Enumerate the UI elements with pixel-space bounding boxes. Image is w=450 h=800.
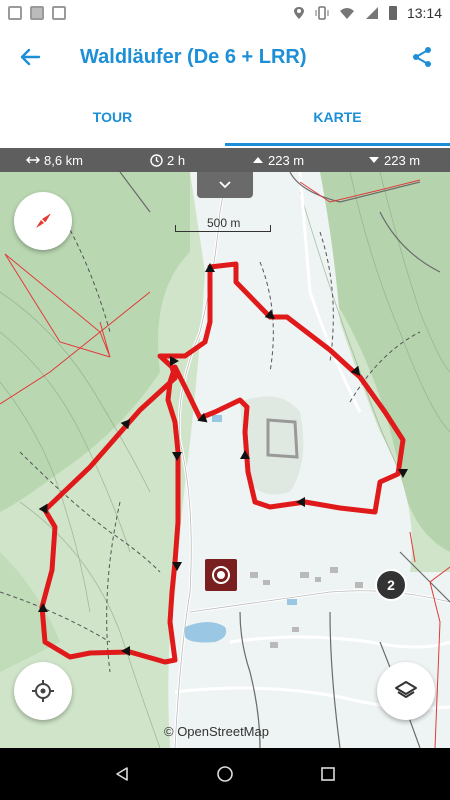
- clock-icon: [150, 153, 163, 167]
- lake: [185, 622, 227, 643]
- locate-me-button[interactable]: [14, 662, 72, 720]
- location-icon: [293, 7, 304, 19]
- share-icon: [413, 47, 431, 67]
- stat-ascent: 223 m: [252, 153, 304, 168]
- nav-back-button[interactable]: [102, 754, 142, 794]
- stat-duration-value: 2 h: [167, 152, 186, 168]
- scale-bar: [175, 225, 271, 232]
- signal-icon: [365, 7, 378, 19]
- status-bar: 13:14: [0, 0, 450, 26]
- ascent-icon: [253, 157, 263, 163]
- stat-duration: 2 h: [150, 153, 185, 168]
- image-icon: [30, 6, 44, 20]
- tab-bar: TOUR KARTE: [0, 88, 450, 146]
- battery-icon: [388, 6, 397, 20]
- nav-home-button[interactable]: [205, 754, 245, 794]
- waypoint-marker[interactable]: 2: [375, 569, 407, 601]
- vibrate-icon: [315, 6, 329, 20]
- stat-descent: 223 m: [368, 153, 420, 168]
- tour-stats-bar: 8,6 km 2 h 223 m 223 m: [0, 148, 450, 172]
- status-time: 13:14: [406, 5, 442, 21]
- map-attribution[interactable]: © OpenStreetMap: [164, 724, 269, 739]
- back-button[interactable]: [0, 26, 60, 88]
- map-layers-button[interactable]: [377, 662, 435, 720]
- arrow-left-icon: [20, 48, 41, 66]
- stat-ascent-value: 223 m: [268, 152, 305, 168]
- layers-icon: [395, 681, 417, 698]
- nav-back-icon: [115, 767, 128, 781]
- wifi-icon: [339, 8, 354, 19]
- stat-descent-value: 223 m: [384, 152, 421, 168]
- destination-marker[interactable]: [205, 559, 237, 591]
- map-canvas: [0, 172, 450, 748]
- system-icons: 13:14: [293, 5, 442, 21]
- chevron-down-icon: [219, 181, 231, 189]
- tab-tour-label: TOUR: [92, 109, 133, 125]
- nav-home-icon: [217, 766, 233, 782]
- waypoint-label: 2: [387, 577, 395, 593]
- crosshair-icon: [32, 680, 54, 702]
- tab-karte[interactable]: KARTE: [225, 88, 450, 146]
- map-view[interactable]: 500 m 2 © OpenStreetMap: [0, 172, 450, 748]
- nav-recents-button[interactable]: [308, 754, 348, 794]
- stat-distance: 8,6 km: [26, 153, 83, 168]
- download-icon: [52, 6, 66, 20]
- collapse-stats-button[interactable]: [197, 172, 253, 198]
- app-bar: Waldläufer (De 6 + LRR): [0, 26, 450, 88]
- map-scale: 500 m: [175, 216, 271, 234]
- descent-icon: [369, 157, 379, 163]
- compass-button[interactable]: [14, 192, 72, 250]
- tab-tour[interactable]: TOUR: [0, 88, 225, 146]
- distance-icon: [26, 156, 40, 164]
- gmail-icon: [8, 6, 22, 20]
- stat-distance-value: 8,6 km: [44, 152, 84, 168]
- compass-icon: [36, 213, 51, 228]
- nav-recents-icon: [321, 767, 336, 781]
- page-title: Waldläufer (De 6 + LRR): [80, 45, 307, 68]
- target-icon: [212, 566, 230, 584]
- system-nav-bar: [0, 748, 450, 800]
- tab-karte-label: KARTE: [313, 109, 362, 125]
- share-button[interactable]: [394, 26, 450, 88]
- notification-icons: [8, 6, 66, 20]
